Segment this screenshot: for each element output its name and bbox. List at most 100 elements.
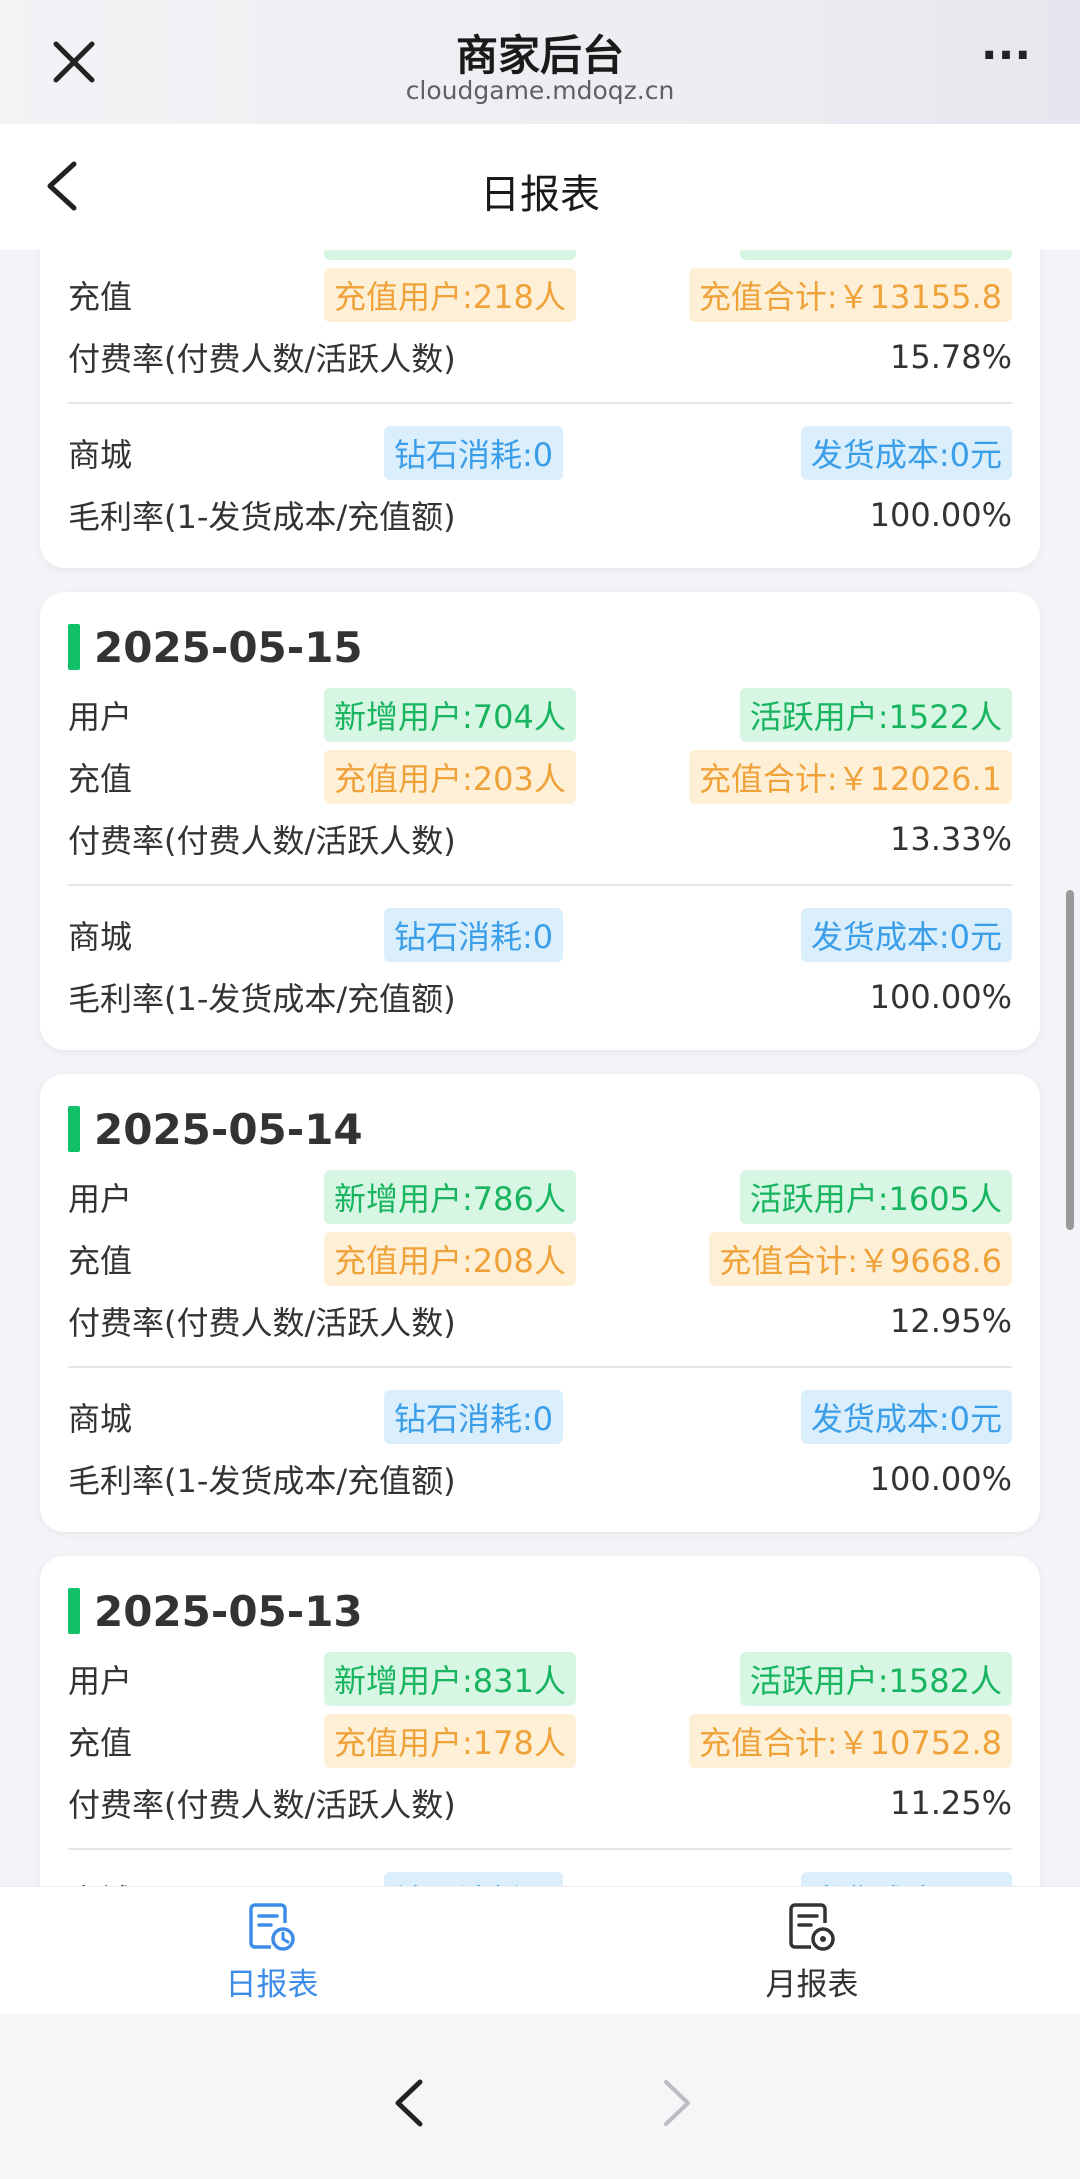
monthly-report-icon [789,1903,835,1951]
new-users-badge: 新增用户:704人 [324,688,576,742]
report-date-row: 2025-05-13 [68,1574,1012,1648]
pay-rate-row: 付费率(付费人数/活跃人数) 11.25% [68,1772,1012,1834]
divider [68,1848,1012,1850]
report-date: 2025-05-15 [94,622,363,672]
gross-margin-value: 100.00% [869,496,1012,534]
recharge-row: 充值 充值用户:178人 充值合计:￥10752.8 [68,1710,1012,1772]
recharge-users-badge: 充值用户:203人 [324,750,576,804]
tab-daily-label: 日报表 [225,1967,319,2003]
divider [68,1366,1012,1368]
recharge-label: 充值 [68,1242,133,1280]
browser-title: 商家后台 [455,31,624,80]
recharge-label: 充值 [68,1724,133,1762]
active-users-badge: 活跃用户:1582人 [739,1652,1012,1706]
shipping-cost-badge: 发货成本:0元 [800,1390,1012,1444]
page-title: 日报表 [480,172,600,218]
pay-rate-label: 付费率(付费人数/活跃人数) [68,822,456,860]
diamond-consumption-badge: 钻石消耗:0 [384,908,564,962]
mall-row: 商城 钻石消耗:0 发货成本:0元 [68,1868,1012,1886]
active-users-badge: 活跃用户:1381人 [739,250,1012,260]
recharge-label: 充值 [68,760,133,798]
tab-monthly-report[interactable]: 月报表 [712,1901,912,2004]
shipping-cost-badge: 发货成本:0元 [800,908,1012,962]
gross-margin-label: 毛利率(1-发货成本/充值额) [68,1462,456,1500]
user-label: 用户 [68,250,308,256]
recharge-users-badge: 充值用户:178人 [324,1714,576,1768]
user-row: 用户 新增用户:831人 活跃用户:1582人 [68,1648,1012,1710]
gross-margin-row: 毛利率(1-发货成本/充值额) 100.00% [68,484,1012,546]
shipping-cost-badge: 发货成本:0元 [800,1872,1012,1886]
recharge-users-badge: 充值用户:208人 [324,1232,576,1286]
user-label: 用户 [68,1180,133,1218]
tab-daily-report[interactable]: 日报表 [172,1901,372,2004]
pay-rate-row: 付费率(付费人数/活跃人数) 12.95% [68,1290,1012,1352]
more-icon[interactable]: ··· [976,34,1036,96]
date-marker [68,624,80,670]
report-date: 2025-05-14 [94,1104,363,1154]
report-list-inner: 2025-05-16 用户 新增用户:590人 活跃用户:1381人 充值 充值… [0,250,1080,1886]
pay-rate-row: 付费率(付费人数/活跃人数) 15.78% [68,326,1012,388]
pay-rate-row: 付费率(付费人数/活跃人数) 13.33% [68,808,1012,870]
mall-label: 商城 [68,1400,133,1438]
user-label: 用户 [68,1662,133,1700]
browser-header: 商家后台 cloudgame.mdoqz.cn ··· [0,0,1080,124]
recharge-row: 充值 充值用户:208人 充值合计:￥9668.6 [68,1228,1012,1290]
recharge-total-badge: 充值合计:￥13155.8 [688,268,1012,322]
gross-margin-label: 毛利率(1-发货成本/充值额) [68,980,456,1018]
recharge-row: 充值 充值用户:203人 充值合计:￥12026.1 [68,746,1012,808]
browser-bottom-bar [0,2014,1080,2179]
report-list[interactable]: 2025-05-16 用户 新增用户:590人 活跃用户:1381人 充值 充值… [0,250,1080,1886]
active-users-badge: 活跃用户:1605人 [739,1170,1012,1224]
pay-rate-label: 付费率(付费人数/活跃人数) [68,340,456,378]
divider [68,402,1012,404]
recharge-total-badge: 充值合计:￥9668.6 [709,1232,1012,1286]
diamond-consumption-badge: 钻石消耗:0 [384,1872,564,1886]
tab-monthly-label: 月报表 [765,1967,859,2003]
tab-bar: 日报表 月报表 [0,1886,1080,2014]
pay-rate-label: 付费率(付费人数/活跃人数) [68,1304,456,1342]
divider [68,884,1012,886]
mall-row: 商城 钻石消耗:0 发货成本:0元 [68,422,1012,484]
pay-rate-value: 11.25% [889,1784,1012,1822]
recharge-label: 充值 [68,278,133,316]
recharge-total-badge: 充值合计:￥12026.1 [688,750,1012,804]
report-date: 2025-05-13 [94,1586,363,1636]
recharge-row: 充值 充值用户:218人 充值合计:￥13155.8 [68,264,1012,326]
report-card: 2025-05-16 用户 新增用户:590人 活跃用户:1381人 充值 充值… [40,250,1040,568]
mall-label: 商城 [68,1876,308,1886]
user-row: 用户 新增用户:704人 活跃用户:1522人 [68,684,1012,746]
date-marker [68,1588,80,1634]
new-users-badge: 新增用户:590人 [324,250,576,260]
user-row: 用户 新增用户:590人 活跃用户:1381人 [68,250,1012,264]
gross-margin-label: 毛利率(1-发货成本/充值额) [68,498,456,536]
active-users-badge: 活跃用户:1522人 [739,688,1012,742]
user-label: 用户 [68,698,133,736]
mall-label: 商城 [68,436,133,474]
pay-rate-label: 付费率(付费人数/活跃人数) [68,1786,456,1824]
browser-back-icon[interactable] [388,2076,432,2130]
report-date-row: 2025-05-15 [68,610,1012,684]
new-users-badge: 新增用户:786人 [324,1170,576,1224]
mall-row: 商城 钻石消耗:0 发货成本:0元 [68,904,1012,966]
recharge-total-badge: 充值合计:￥10752.8 [688,1714,1012,1768]
report-card: 2025-05-14 用户 新增用户:786人 活跃用户:1605人 充值 充值… [40,1074,1040,1532]
pay-rate-value: 13.33% [889,820,1012,858]
report-card: 2025-05-13 用户 新增用户:831人 活跃用户:1582人 充值 充值… [40,1556,1040,1886]
pay-rate-value: 15.78% [889,338,1012,376]
scrollbar[interactable] [1066,890,1074,1230]
diamond-consumption-badge: 钻石消耗:0 [384,1390,564,1444]
mall-label: 商城 [68,918,133,956]
report-card: 2025-05-15 用户 新增用户:704人 活跃用户:1522人 充值 充值… [40,592,1040,1050]
gross-margin-value: 100.00% [869,1460,1012,1498]
gross-margin-row: 毛利率(1-发货成本/充值额) 100.00% [68,966,1012,1028]
user-row: 用户 新增用户:786人 活跃用户:1605人 [68,1166,1012,1228]
pay-rate-value: 12.95% [889,1302,1012,1340]
daily-report-icon [249,1903,295,1951]
new-users-badge: 新增用户:831人 [324,1652,576,1706]
diamond-consumption-badge: 钻石消耗:0 [384,426,564,480]
recharge-users-badge: 充值用户:218人 [324,268,576,322]
gross-margin-row: 毛利率(1-发货成本/充值额) 100.00% [68,1448,1012,1510]
browser-forward-icon[interactable] [654,2076,698,2130]
shipping-cost-badge: 发货成本:0元 [800,426,1012,480]
date-marker [68,1106,80,1152]
